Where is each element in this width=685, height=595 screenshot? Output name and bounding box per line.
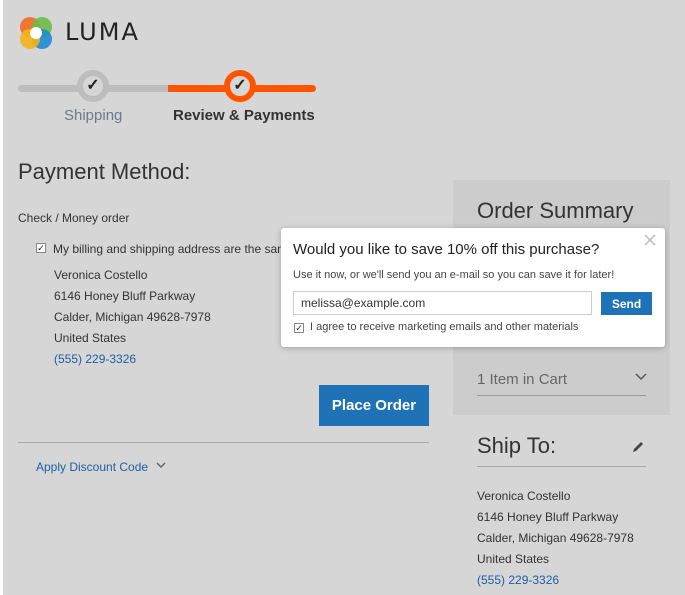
billing-same-label[interactable]: My billing and shipping address are the … [53, 242, 287, 256]
ship-name: Veronica Costello [477, 489, 571, 503]
place-order-button[interactable]: Place Order [319, 385, 429, 426]
order-summary-title: Order Summary [477, 198, 634, 223]
send-button[interactable]: Send [601, 292, 652, 315]
step-review-label: Review & Payments [173, 107, 315, 124]
ship-country: United States [477, 552, 550, 566]
payment-method-title: Payment Method: [18, 159, 191, 184]
divider [477, 466, 646, 467]
divider [18, 442, 429, 443]
chevron-down-icon[interactable] [155, 459, 167, 471]
apply-discount-link[interactable]: Apply Discount Code [36, 460, 148, 474]
payment-option-check-money-order[interactable]: Check / Money order [18, 211, 129, 225]
billing-country: United States [54, 331, 127, 345]
billing-name: Veronica Costello [54, 268, 148, 282]
divider [477, 395, 646, 396]
pencil-icon[interactable] [631, 440, 645, 454]
marketing-consent-checkbox[interactable]: ✓ [294, 323, 304, 333]
ship-phone-link[interactable]: (555) 229-3326 [477, 573, 559, 587]
checkmark-icon: ✓ [86, 77, 100, 94]
popup-subtitle: Use it now, or we'll send you an e-mail … [293, 269, 615, 281]
save-offer-popup: Would you like to save 10% off this purc… [281, 228, 665, 347]
ship-street: 6146 Honey Bluff Parkway [477, 510, 619, 524]
ship-to-title: Ship To: [477, 433, 557, 458]
items-in-cart-toggle[interactable]: 1 Item in Cart [477, 371, 567, 388]
step-review-marker: ✓ [224, 70, 256, 102]
step-shipping-marker[interactable]: ✓ [77, 70, 109, 102]
billing-street: 6146 Honey Bluff Parkway [54, 289, 196, 303]
billing-city: Calder, Michigan 49628-7978 [54, 310, 211, 324]
chevron-down-icon[interactable] [634, 369, 648, 383]
marketing-consent-label[interactable]: I agree to receive marketing emails and … [310, 321, 578, 333]
close-icon[interactable] [643, 233, 657, 247]
ship-city: Calder, Michigan 49628-7978 [477, 531, 634, 545]
email-input[interactable]: melissa@example.com [293, 291, 592, 315]
brand-name: LUMA [65, 18, 140, 46]
billing-same-checkbox[interactable]: ✓ [36, 243, 46, 253]
billing-phone-link[interactable]: (555) 229-3326 [54, 352, 136, 366]
popup-title: Would you like to save 10% off this purc… [293, 241, 600, 258]
luma-logo-icon[interactable] [18, 15, 54, 51]
checkmark-icon: ✓ [233, 77, 247, 94]
step-shipping-link[interactable]: Shipping [64, 107, 122, 124]
